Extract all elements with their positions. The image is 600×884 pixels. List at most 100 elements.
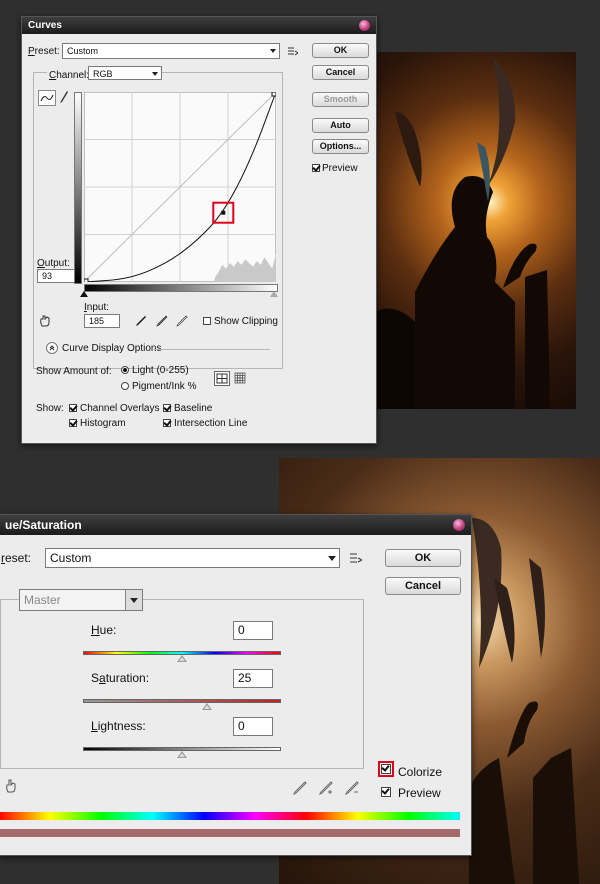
simple-grid-glyph [216,373,228,384]
hs-eyedropper-glyph [292,781,307,796]
baseline-label: Baseline [174,403,213,414]
simple-grid-icon[interactable] [214,371,230,386]
preview-label: Preview [322,163,358,174]
preset-label: Preset: [28,46,60,57]
lightness-field[interactable]: 0 [233,717,273,736]
hs-preset-select[interactable]: Custom [45,548,340,568]
hs-subtract-eyedropper-icon[interactable] [344,781,359,796]
smooth-button[interactable]: Smooth [312,92,369,107]
curve-endpoint-white [271,92,276,97]
hs-ok-button[interactable]: OK [385,549,461,567]
gray-eyedropper-icon[interactable] [156,315,168,327]
light-radio-label: Light (0-255) [132,365,189,376]
ok-button[interactable]: OK [312,43,369,58]
channel-label: Channel: [47,70,92,81]
hs-hand-adjust-icon[interactable] [3,778,19,794]
edit-range-value: Master [24,593,61,607]
chevron-down-icon [328,556,336,561]
lightness-slider-thumb[interactable] [177,751,187,758]
intersection-line-checkbox[interactable] [163,419,171,427]
output-gradient [74,92,82,284]
edit-range-select[interactable]: Master [19,589,143,611]
close-icon[interactable] [453,519,465,531]
curves-dialog: Curves Preset: Custom OK Cancel Smooth A… [21,16,377,444]
hs-cancel-button[interactable]: Cancel [385,577,461,595]
photo-top [375,52,576,409]
pigment-radio-label: Pigment/Ink % [132,381,197,392]
detailed-grid-glyph [234,372,246,384]
curve-endpoint-black [84,278,89,282]
hs-add-eyedropper-glyph [318,781,333,796]
preset-menu-icon[interactable] [288,46,299,56]
input-field[interactable]: 185 [84,314,120,328]
colorize-label: Colorize [398,765,443,779]
curve-tool-glyph [40,94,54,102]
pencil-icon[interactable] [59,90,69,104]
white-eyedropper-glyph [176,315,188,327]
saturation-label: Saturation: [91,671,150,685]
cancel-button[interactable]: Cancel [312,65,369,80]
saturation-slider-track[interactable] [83,699,281,703]
curve-graph[interactable] [84,92,276,282]
light-radio[interactable] [121,366,129,374]
hs-preset-label: reset: [1,551,32,565]
preset-menu-glyph [288,47,299,56]
input-label: Input: [84,302,110,313]
hs-preset-menu-glyph [350,553,364,563]
chevron-down-icon [270,49,276,53]
preview-checkbox[interactable] [312,164,320,172]
display-options-label: Curve Display Options [62,343,162,354]
hue-saturation-title: ue/Saturation [5,518,82,532]
white-point-slider[interactable] [270,291,278,297]
hs-add-eyedropper-icon[interactable] [318,781,333,796]
channel-value: RGB [93,69,113,79]
histogram-checkbox[interactable] [69,419,77,427]
hand-adjust-icon[interactable] [38,314,54,328]
output-label: Output: [37,258,70,269]
curve-tool-icon[interactable] [38,90,56,106]
curves-titlebar[interactable]: Curves [22,17,376,34]
photo-top-silhouette [375,57,550,409]
show-amount-label: Show Amount of: [36,366,112,377]
saturation-slider-thumb[interactable] [201,703,212,710]
preset-value: Custom [67,46,99,56]
show-clipping-checkbox[interactable] [203,317,211,325]
hue-slider-thumb[interactable] [177,655,187,662]
result-color-bar [0,829,460,837]
pigment-radio[interactable] [121,382,129,390]
histogram-label: Histogram [80,418,126,429]
options-button[interactable]: Options... [312,139,369,154]
white-eyedropper-icon[interactable] [176,315,188,327]
hue-label: Hue: [91,623,117,637]
saturation-field[interactable]: 25 [233,669,273,688]
pencil-glyph [60,91,68,103]
black-point-slider[interactable] [80,291,88,297]
edit-range-arrow-box [125,590,142,610]
close-icon[interactable] [359,20,370,31]
hs-group-box [0,599,364,769]
intersection-line-label: Intersection Line [174,418,248,429]
auto-button[interactable]: Auto [312,118,369,133]
hue-saturation-titlebar[interactable]: ue/Saturation [0,515,471,535]
collapse-options-icon[interactable] [46,342,58,354]
hue-saturation-dialog: ue/Saturation reset: Custom OK Cancel Ma… [0,514,472,856]
gray-eyedropper-glyph [156,315,168,327]
channel-select[interactable]: RGB [88,66,162,80]
display-options-divider [154,349,270,350]
baseline-checkbox[interactable] [163,404,171,412]
black-eyedropper-icon[interactable] [135,315,147,327]
hs-preset-menu-icon[interactable] [350,552,364,564]
output-field[interactable]: 93 [37,269,75,283]
hs-preview-checkbox[interactable] [381,787,391,797]
hs-eyedropper-icon[interactable] [292,781,307,796]
colorize-checkbox[interactable] [381,764,391,774]
preset-select[interactable]: Custom [62,43,280,59]
detailed-grid-icon[interactable] [234,372,246,384]
chevron-down-icon [152,72,158,76]
hue-field[interactable]: 0 [233,621,273,640]
channel-overlays-checkbox[interactable] [69,404,77,412]
hs-preview-label: Preview [398,786,441,800]
hand-adjust-glyph [40,315,50,327]
hue-spectrum-bar [0,812,460,820]
show-label: Show: [36,403,64,414]
